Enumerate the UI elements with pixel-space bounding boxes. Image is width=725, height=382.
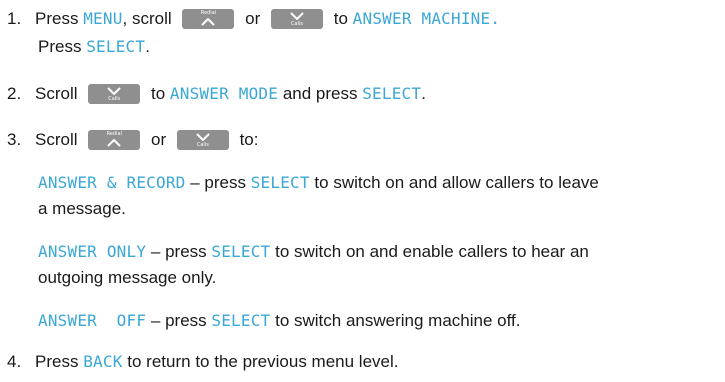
step-number: 1. bbox=[7, 9, 22, 28]
lcd-back: BACK bbox=[83, 352, 123, 371]
lcd-select: SELECT bbox=[362, 84, 422, 103]
step-4: 4. Press BACK to return to the previous m… bbox=[7, 352, 399, 371]
chevron-up-icon bbox=[107, 138, 121, 147]
step-2: 2. Scroll Calls to ANSWER MODE and press … bbox=[7, 83, 426, 104]
lcd-menu: MENU bbox=[83, 9, 123, 28]
lcd-select: SELECT bbox=[211, 242, 271, 261]
chevron-down-icon bbox=[290, 11, 304, 20]
calls-key: Calls bbox=[88, 83, 141, 104]
option-answer-off: ANSWER OFF – press SELECT to switch answ… bbox=[38, 311, 521, 330]
step-1: 1. Press MENU, scroll Redial or Calls to … bbox=[7, 8, 501, 29]
lcd-answer-mode: ANSWER MODE bbox=[169, 84, 279, 103]
redial-key: Redial bbox=[88, 129, 141, 150]
lcd-answer-record: ANSWER & RECORD bbox=[38, 173, 186, 192]
chevron-down-icon bbox=[107, 86, 121, 95]
lcd-answer-machine: ANSWER MACHINE. bbox=[352, 9, 501, 28]
lcd-answer-only: ANSWER ONLY bbox=[38, 242, 147, 261]
step-number: 3. bbox=[7, 130, 22, 149]
lcd-select: SELECT bbox=[86, 37, 146, 56]
lcd-answer-off: ANSWER OFF bbox=[38, 311, 147, 330]
calls-key: Calls bbox=[176, 129, 229, 150]
step-number: 2. bbox=[7, 84, 22, 103]
step-1-line2: Press SELECT. bbox=[38, 37, 150, 56]
option-answer-only: ANSWER ONLY – press SELECT to switch on … bbox=[38, 242, 589, 287]
step-number: 4. bbox=[7, 352, 22, 371]
lcd-select: SELECT bbox=[211, 311, 271, 330]
redial-key: Redial bbox=[182, 8, 235, 29]
lcd-select: SELECT bbox=[250, 173, 310, 192]
chevron-up-icon bbox=[201, 17, 216, 26]
option-answer-record: ANSWER & RECORD – press SELECT to switch… bbox=[38, 173, 599, 218]
chevron-down-icon bbox=[196, 132, 210, 141]
step-3: 3. Scroll Redial or Calls to: bbox=[7, 129, 259, 150]
calls-key: Calls bbox=[271, 8, 323, 29]
